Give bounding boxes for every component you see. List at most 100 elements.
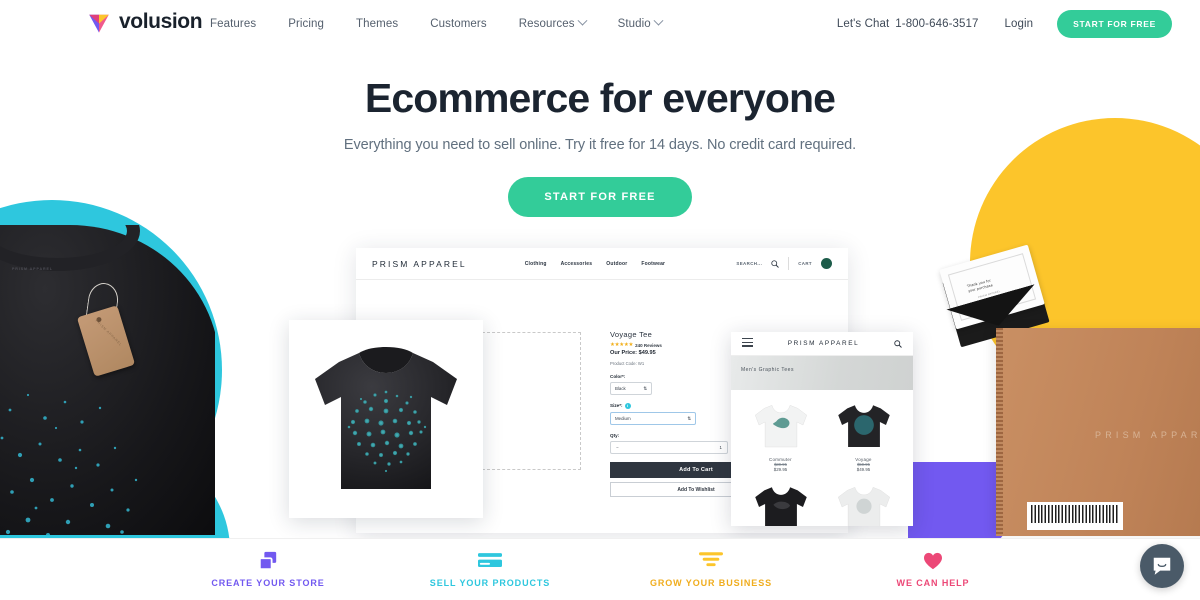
product-photo-card: [289, 320, 483, 518]
hamburger-menu-icon[interactable]: [742, 337, 753, 349]
qty-decrement[interactable]: −: [616, 445, 619, 450]
store-brand-name: PRISM APPAREL: [372, 258, 467, 269]
store-cart-label[interactable]: CART: [798, 261, 812, 266]
hero-start-for-free-button[interactable]: START FOR FREE: [508, 177, 692, 218]
login-link[interactable]: Login: [1005, 18, 1034, 30]
nav-label: Pricing: [288, 17, 325, 30]
logo[interactable]: volusion: [86, 9, 203, 35]
stacked-squares-icon: [168, 551, 368, 571]
store-nav-clothing[interactable]: Clothing: [525, 261, 547, 267]
mobile-store-mockup: PRISM APPAREL Men's Graphic Tees Commute…: [731, 332, 913, 526]
logo-text: volusion: [119, 10, 203, 33]
store-nav-outdoor[interactable]: Outdoor: [606, 261, 627, 267]
features-bar: CREATE YOUR STORE SELL YOUR PRODUCTS GRO…: [0, 538, 1200, 600]
header-start-for-free-button[interactable]: START FOR FREE: [1057, 9, 1172, 38]
hero-section: Ecommerce for everyone Everything you ne…: [0, 47, 1200, 218]
nav-item-resources[interactable]: Resources: [503, 15, 602, 30]
nav-item-customers[interactable]: Customers: [414, 18, 503, 30]
feature-label: SELL YOUR PRODUCTS: [429, 578, 551, 588]
tshirt-collar: [0, 225, 140, 271]
main-nav: Features Pricing Themes Customers Resour…: [210, 0, 678, 47]
mobile-product-card[interactable]: Commuter $39.95 $29.95: [739, 396, 822, 478]
feature-grow-your-business[interactable]: GROW YOUR BUSINESS: [611, 551, 811, 588]
nav-item-features[interactable]: Features: [210, 18, 272, 30]
black-tshirt-thumb-2: [754, 487, 807, 526]
tshirt-brand-label: PRISM APPAREL: [12, 267, 53, 271]
mobile-product-price: $49.95: [856, 467, 871, 472]
tshirt-speckle-print: [0, 393, 138, 535]
nav-label: Resources: [518, 17, 575, 30]
store-search-label[interactable]: SEARCH...: [736, 261, 762, 266]
page-root: PRISM APPAREL PRISM APPAREL PRISM APPARE…: [0, 0, 1200, 600]
chevron-down-icon: ⇅: [643, 385, 647, 391]
volusion-diamond-logo-icon: [89, 14, 109, 33]
phone-number[interactable]: 1-800-646-3517: [895, 18, 978, 30]
feature-we-can-help[interactable]: WE CAN HELP: [833, 551, 1033, 588]
credit-card-icon: [390, 551, 590, 571]
size-label-text: Size*:: [610, 403, 623, 408]
nav-label: Studio: [617, 17, 651, 30]
review-count[interactable]: 240 Reviews: [635, 343, 662, 348]
barcode-icon: [1031, 505, 1119, 523]
nav-item-themes[interactable]: Themes: [340, 18, 414, 30]
qty-value[interactable]: 1: [720, 445, 722, 450]
feature-label: GROW YOUR BUSINESS: [649, 578, 773, 588]
color-value: Black: [615, 386, 626, 391]
box-brand-label: PRISM APPAREL: [1095, 430, 1200, 440]
mobile-product-grid: Commuter $39.95 $29.95 Voyage $59.95 $49…: [731, 390, 913, 526]
hero-subtitle: Everything you need to sell online. Try …: [343, 137, 857, 154]
page-title: Ecommerce for everyone: [364, 75, 836, 121]
black-tshirt-thumb: [837, 405, 890, 447]
mobile-store-brand: PRISM APPAREL: [787, 340, 860, 347]
tshirt-body: PRISM APPAREL: [0, 225, 215, 535]
cart-badge-icon[interactable]: [821, 258, 832, 269]
nav-label: Themes: [356, 17, 399, 30]
heart-icon: [833, 551, 1033, 571]
feature-label: WE CAN HELP: [896, 578, 970, 588]
mobile-header: PRISM APPAREL: [731, 332, 913, 356]
nav-label: Features: [210, 17, 257, 30]
intercom-chat-button[interactable]: [1140, 544, 1184, 588]
header-divider: [788, 257, 790, 270]
info-icon[interactable]: i: [624, 403, 631, 409]
mobile-category-title: Men's Graphic Tees: [741, 367, 794, 373]
nav-item-pricing[interactable]: Pricing: [272, 18, 340, 30]
store-nav: Clothing Accessories Outdoor Footwear: [525, 261, 666, 267]
white-tshirt-thumb-2: [837, 486, 890, 526]
store-nav-accessories[interactable]: Accessories: [561, 261, 593, 267]
box-corrugation: [996, 328, 1003, 536]
store-nav-footwear[interactable]: Footwear: [641, 261, 665, 267]
feature-create-your-store[interactable]: CREATE YOUR STORE: [168, 551, 368, 588]
mobile-product-card[interactable]: [739, 478, 822, 526]
site-header: volusion Features Pricing Themes Custome…: [0, 0, 1200, 47]
shipping-label: [1027, 502, 1123, 530]
black-tshirt-photo: [315, 346, 457, 489]
tshirt-closeup-photo: PRISM APPAREL PRISM APPAREL: [0, 225, 215, 535]
chevron-down-icon: ⇅: [687, 415, 691, 421]
feature-sell-your-products[interactable]: SELL YOUR PRODUCTS: [390, 551, 590, 588]
chevron-down-icon: [577, 15, 588, 26]
shipping-box: PRISM APPAREL: [996, 328, 1200, 536]
nav-item-studio[interactable]: Studio: [602, 15, 678, 30]
hangtag-text: PRISM APPAREL: [94, 318, 123, 347]
qty-stepper[interactable]: − 1: [610, 441, 728, 454]
nav-label: Customers: [430, 17, 487, 30]
lets-chat-label[interactable]: Let's Chat: [837, 18, 889, 30]
search-icon[interactable]: [771, 259, 780, 268]
store-header: PRISM APPAREL Clothing Accessories Outdo…: [356, 248, 848, 280]
mobile-product-price: $29.95: [773, 467, 788, 472]
intercom-chat-icon: [1153, 557, 1171, 575]
funnel-icon: [611, 551, 811, 571]
size-select[interactable]: Medium ⇅: [610, 412, 696, 425]
store-header-actions: SEARCH... CART: [736, 257, 832, 270]
chevron-down-icon: [653, 15, 664, 26]
white-tshirt-thumb: [754, 404, 807, 448]
header-actions: Let's Chat 1-800-646-3517 Login START FO…: [837, 0, 1172, 47]
size-value: Medium: [615, 416, 631, 421]
mobile-product-card[interactable]: [822, 478, 905, 526]
color-select[interactable]: Black ⇅: [610, 382, 652, 395]
search-icon[interactable]: [894, 339, 902, 348]
mobile-product-card[interactable]: Voyage $59.95 $49.95: [822, 396, 905, 478]
feature-label: CREATE YOUR STORE: [211, 578, 325, 588]
mobile-hero-banner: Men's Graphic Tees: [731, 356, 913, 390]
